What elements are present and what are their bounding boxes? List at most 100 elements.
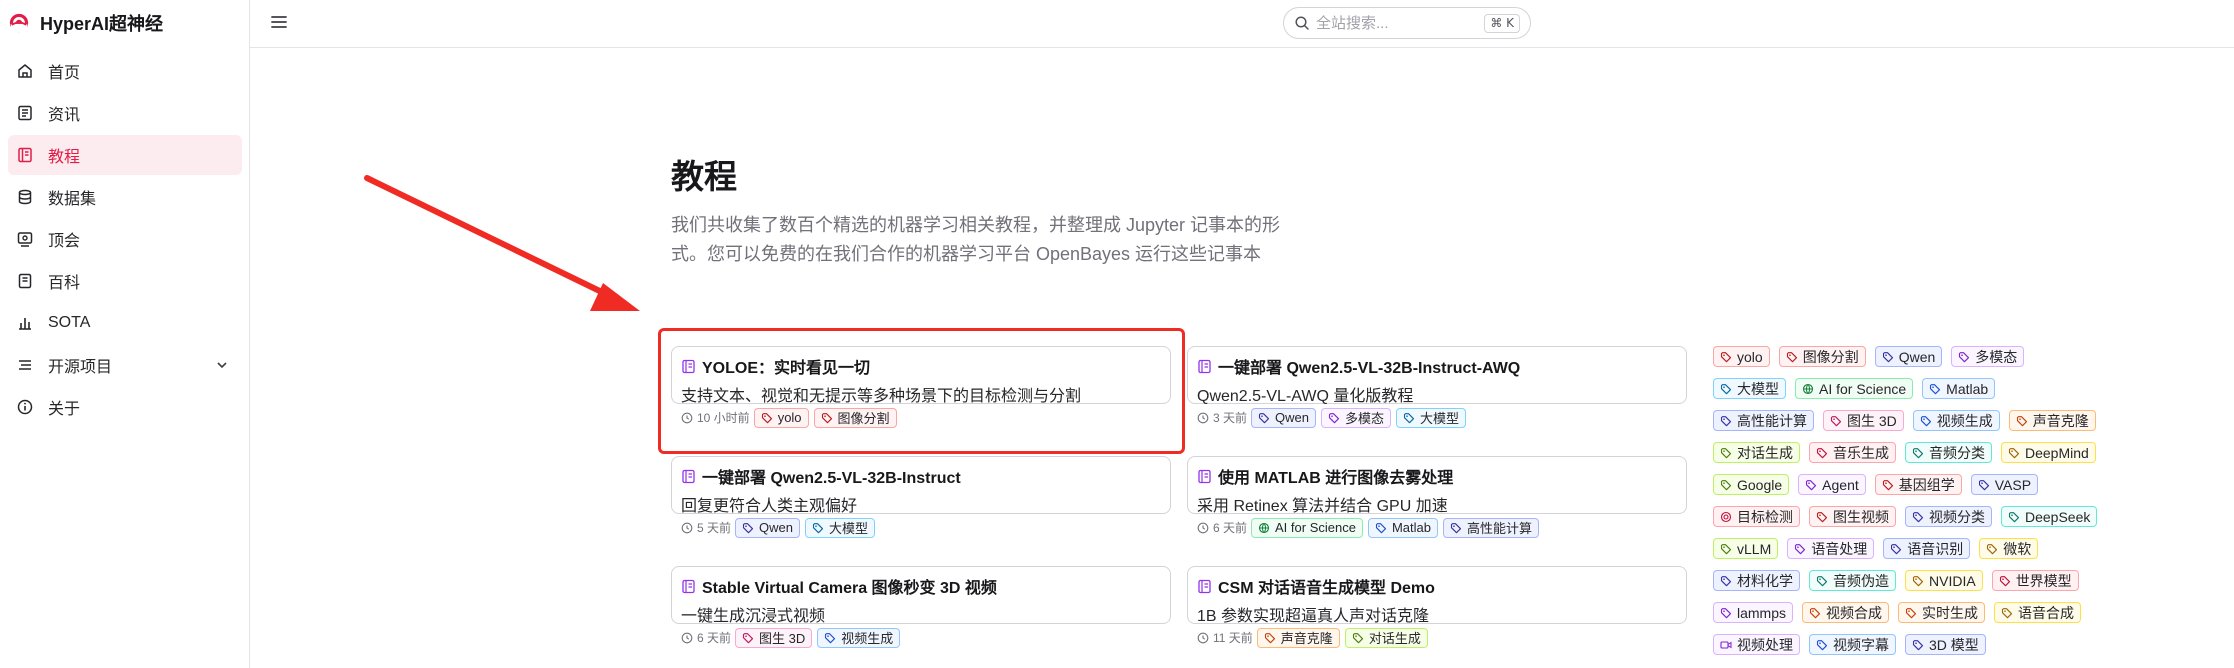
clock-icon xyxy=(681,522,693,533)
tag[interactable]: 高性能计算 xyxy=(1713,410,1814,431)
tag[interactable]: 世界模型 xyxy=(1991,570,2079,591)
sidebar-item-label: 开源项目 xyxy=(48,359,113,376)
tag[interactable]: 对话生成 xyxy=(1713,442,1800,463)
tag-icon xyxy=(1882,479,1899,491)
tag[interactable]: VASP xyxy=(1970,474,2039,495)
chart-icon xyxy=(16,314,34,332)
tag[interactable]: 多模态 xyxy=(1320,407,1391,428)
tag[interactable]: AI for Science xyxy=(1251,517,1363,538)
tag[interactable]: 图像分割 xyxy=(813,407,897,428)
tag[interactable]: yolo xyxy=(753,407,809,428)
tag[interactable]: 实时生成 xyxy=(1898,602,1986,623)
tag[interactable]: 音频伪造 xyxy=(1809,570,1896,591)
tag-icon xyxy=(1352,632,1369,644)
sidebar-item-label: 资讯 xyxy=(48,107,81,124)
tag[interactable]: 多模态 xyxy=(1951,346,2025,367)
sidebar-item-4[interactable]: 顶会 xyxy=(8,219,242,259)
tag[interactable]: 图生 3D xyxy=(1823,410,1904,431)
tag[interactable]: 语音合成 xyxy=(1994,602,2082,623)
tag[interactable]: 音乐生成 xyxy=(1809,442,1896,463)
sidebar-item-3[interactable]: 数据集 xyxy=(8,177,242,217)
sidebar-item-6[interactable]: SOTA xyxy=(8,303,242,343)
menu-icon[interactable] xyxy=(270,13,288,31)
tag[interactable]: 视频分类 xyxy=(1905,506,1992,527)
search-box[interactable]: ⌘ K xyxy=(1283,7,1531,39)
tag[interactable]: 3D 模型 xyxy=(1905,634,1986,655)
tag[interactable]: Qwen xyxy=(735,517,800,538)
search-input[interactable] xyxy=(1316,14,1466,32)
tag[interactable]: lammps xyxy=(1713,602,1794,623)
tag[interactable]: 视频生成 xyxy=(817,627,901,648)
home-icon xyxy=(16,62,34,80)
notebook-icon xyxy=(681,359,696,374)
tag[interactable]: AI for Science xyxy=(1795,378,1914,399)
tag-icon xyxy=(2016,415,2033,427)
tag[interactable]: DeepSeek xyxy=(2001,506,2098,527)
tag[interactable]: 目标检测 xyxy=(1713,506,1800,527)
tag[interactable]: 大模型 xyxy=(1396,407,1467,428)
tag-icon xyxy=(1375,522,1392,534)
tag[interactable]: Google xyxy=(1713,474,1790,495)
card-time-label: 6 天前 xyxy=(1213,521,1248,535)
tag[interactable]: Qwen xyxy=(1874,346,1943,367)
tutorial-card[interactable]: YOLOE：实时看见一切 支持文本、视觉和无提示等多种场景下的目标检测与分割 10 … xyxy=(671,346,1171,428)
tag[interactable]: 图像分割 xyxy=(1778,346,1866,367)
tag[interactable]: 音频分类 xyxy=(1905,442,1992,463)
tag-icon xyxy=(1816,447,1833,459)
chevron-down-icon[interactable] xyxy=(214,357,230,373)
tag[interactable]: 大模型 xyxy=(1713,378,1786,399)
target-icon xyxy=(1720,511,1737,523)
card-time-label: 3 天前 xyxy=(1213,411,1248,425)
tag[interactable]: 微软 xyxy=(1979,538,2039,559)
tag[interactable]: 视频处理 xyxy=(1713,634,1800,655)
tutorial-card[interactable]: 一键部署 Qwen2.5-VL-32B-Instruct-AWQ Qwen2.5-… xyxy=(1187,346,1687,428)
tag-label: 音频伪造 xyxy=(1833,572,1889,589)
tutorial-card[interactable]: Stable Virtual Camera 图像秒变 3D 视频 一键生成沉浸式视… xyxy=(671,566,1171,648)
tag[interactable]: 视频生成 xyxy=(1912,410,2000,431)
tag-icon xyxy=(1403,412,1420,424)
tag[interactable]: 视频合成 xyxy=(1802,602,1890,623)
tag[interactable]: Qwen xyxy=(1251,407,1316,428)
tag[interactable]: 大模型 xyxy=(804,517,875,538)
tag[interactable]: 基因组学 xyxy=(1874,474,1962,495)
card-subtitle: Qwen2.5-VL-AWQ 量化版教程 xyxy=(1197,388,1414,405)
tag[interactable]: 声音克隆 xyxy=(2008,410,2096,431)
tag[interactable]: 图生视频 xyxy=(1809,506,1896,527)
tag-label: yolo xyxy=(1737,348,1763,365)
tag[interactable]: vLLM xyxy=(1713,538,1779,559)
tag[interactable]: Matlab xyxy=(1367,517,1438,538)
tag[interactable]: 对话生成 xyxy=(1344,627,1428,648)
tag[interactable]: 语音处理 xyxy=(1787,538,1875,559)
tag-icon xyxy=(1978,479,1995,491)
database-icon xyxy=(16,188,34,206)
sidebar-item-8[interactable]: 关于 xyxy=(8,387,242,427)
tag[interactable]: DeepMind xyxy=(2001,442,2096,463)
sidebar-item-7[interactable]: 开源项目 xyxy=(8,345,242,385)
tag-label: 图像分割 xyxy=(1802,348,1859,365)
notebook-icon xyxy=(1197,359,1212,374)
tag[interactable]: Matlab xyxy=(1922,378,1996,399)
tag[interactable]: 视频字幕 xyxy=(1809,634,1896,655)
sidebar-item-0[interactable]: 首页 xyxy=(8,51,242,91)
tutorial-card[interactable]: 一键部署 Qwen2.5-VL-32B-Instruct 回复更符合人类主观偏好 5… xyxy=(671,456,1171,538)
tag-label: 图像分割 xyxy=(837,411,890,426)
tag[interactable]: yolo xyxy=(1713,346,1770,367)
tag[interactable]: 材料化学 xyxy=(1713,570,1800,591)
tutorial-card[interactable]: CSM 对话语音生成模型 Demo 1B 参数实现超逼真人声对话克隆 11 天前 声音… xyxy=(1187,566,1687,648)
sidebar-item-5[interactable]: 百科 xyxy=(8,261,242,301)
tag[interactable]: 图生 3D xyxy=(735,627,813,648)
sidebar-item-1[interactable]: 资讯 xyxy=(8,93,242,133)
tag[interactable]: 高性能计算 xyxy=(1442,517,1539,538)
tag-icon xyxy=(742,632,759,644)
tag[interactable]: 语音识别 xyxy=(1883,538,1971,559)
tag-label: VASP xyxy=(1994,476,2032,493)
tag[interactable]: NVIDIA xyxy=(1905,570,1983,591)
brand[interactable]: HyperAI超神经 xyxy=(8,10,163,36)
tag[interactable]: 声音克隆 xyxy=(1256,627,1340,648)
page-description: 我们共收集了数百个精选的机器学习相关教程，并整理成 Jupyter 记事本的形式… xyxy=(671,215,1281,264)
clock-icon xyxy=(1197,632,1209,643)
tag-icon xyxy=(1805,479,1822,491)
tag[interactable]: Agent xyxy=(1798,474,1866,495)
tutorial-card[interactable]: 使用 MATLAB 进行图像去雾处理 采用 Retinex 算法并结合 GPU 加… xyxy=(1187,456,1687,538)
sidebar-item-2[interactable]: 教程 xyxy=(8,135,242,175)
